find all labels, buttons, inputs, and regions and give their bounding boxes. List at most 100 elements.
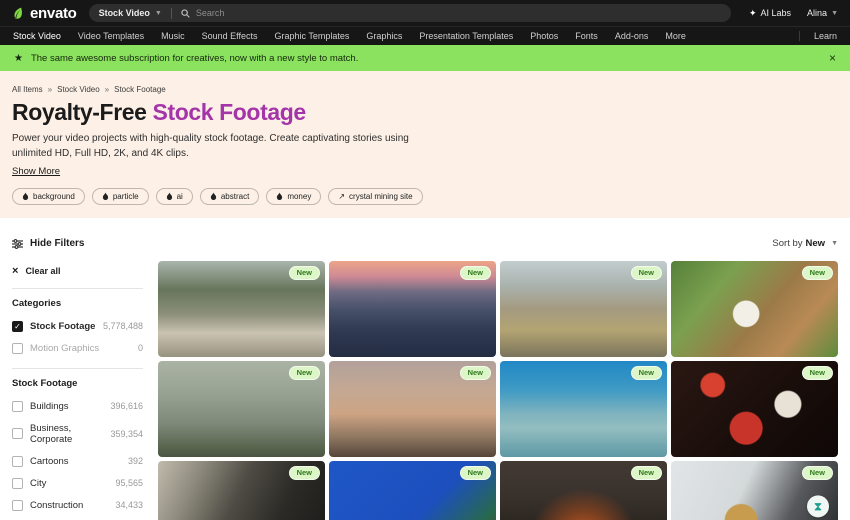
filter-sliders-icon [12, 238, 23, 249]
filter-cartoons[interactable]: Cartoons 392 [12, 450, 143, 472]
clear-x-icon: × [12, 265, 19, 277]
flame-icon [210, 192, 216, 200]
nav-item-learn[interactable]: Learn [798, 31, 837, 41]
video-thumbnail[interactable]: New [158, 461, 325, 520]
filter-stock-footage[interactable]: ✓ Stock Footage 5,778,488 [12, 315, 143, 337]
clear-all-button[interactable]: × Clear all [12, 265, 143, 277]
user-name: Alina [807, 8, 828, 18]
filter-business-corporate[interactable]: Business, Corporate 359,354 [12, 417, 143, 450]
announcement-banner: ★ The same awesome subscription for crea… [0, 45, 850, 71]
new-badge: New [630, 366, 662, 380]
checkbox-checked-icon[interactable]: ✓ [12, 320, 23, 332]
breadcrumb-separator: » [47, 85, 53, 94]
new-badge: New [801, 266, 833, 280]
tag-pill-particle[interactable]: particle [91, 188, 149, 205]
checkbox-icon[interactable] [12, 477, 23, 489]
hide-filters-button[interactable]: Hide Filters [12, 238, 143, 249]
video-thumbnail[interactable]: New ⧗ [671, 461, 838, 520]
tag-pill-crystal-mining-site[interactable]: ↗ crystal mining site [328, 188, 423, 205]
breadcrumb-stock-footage[interactable]: Stock Footage [114, 85, 166, 94]
checkbox-icon[interactable] [12, 499, 23, 511]
flame-icon [22, 192, 29, 200]
filters-sidebar: Hide Filters × Clear all Categories ✓ St… [12, 238, 143, 520]
hero-section: All Items » Stock Video » Stock Footage … [0, 71, 850, 218]
search-bar[interactable]: Stock Video ▼ Search [88, 4, 731, 22]
nav-item-fonts[interactable]: Fonts [575, 31, 598, 41]
tag-pill-abstract[interactable]: abstract [199, 188, 260, 205]
nav-item-music[interactable]: Music [161, 31, 185, 41]
new-badge: New [459, 266, 491, 280]
thumbnail-grid: New New New New New New New New New New … [158, 261, 838, 520]
checkbox-icon[interactable] [12, 428, 23, 439]
checkbox-icon[interactable] [12, 455, 23, 467]
chevron-down-icon: ▼ [831, 9, 838, 17]
tag-pill-background[interactable]: background [12, 188, 85, 205]
video-thumbnail[interactable]: New [500, 261, 667, 357]
results-area: Sort by New ▼ New New New New New New Ne… [158, 238, 838, 520]
video-thumbnail[interactable]: New [329, 361, 496, 457]
hourglass-icon: ⧗ [807, 495, 829, 518]
close-icon[interactable]: × [829, 51, 836, 65]
nav-item-video-templates[interactable]: Video Templates [78, 31, 144, 41]
page-description: Power your video projects with high-qual… [12, 133, 409, 159]
filter-motion-graphics[interactable]: Motion Graphics 0 [12, 337, 143, 359]
chevron-down-icon: ▼ [831, 240, 838, 247]
sparkle-icon: ✦ [748, 7, 757, 18]
new-badge: New [630, 466, 662, 480]
banner-message: The same awesome subscription for creati… [30, 52, 359, 64]
checkbox-icon[interactable] [12, 400, 23, 412]
search-input[interactable]: Search [196, 8, 225, 18]
star-icon: ★ [14, 52, 23, 64]
nav-item-graphics[interactable]: Graphics [366, 31, 402, 41]
video-thumbnail[interactable]: New [329, 261, 496, 357]
breadcrumb-all-items[interactable]: All Items [12, 85, 43, 94]
nav-item-photos[interactable]: Photos [530, 31, 558, 41]
video-thumbnail[interactable]: New [671, 361, 838, 457]
envato-leaf-icon [14, 7, 22, 19]
sidebar-divider [12, 368, 143, 369]
search-divider [170, 7, 172, 19]
envato-logo[interactable]: envato [12, 5, 77, 22]
nav-item-presentation-templates[interactable]: Presentation Templates [419, 31, 513, 41]
categories-heading: Categories [12, 298, 62, 309]
video-thumbnail[interactable]: New [158, 361, 325, 457]
chevron-down-icon: ▼ [154, 9, 162, 17]
filter-education[interactable]: Education 76,148 [12, 516, 143, 520]
breadcrumb-stock-video[interactable]: Stock Video [57, 85, 100, 94]
new-badge: New [288, 366, 320, 380]
category-nav: Stock Video Video Templates Music Sound … [0, 26, 850, 45]
search-icon [181, 8, 190, 18]
breadcrumb-separator: » [104, 85, 110, 94]
nav-item-add-ons[interactable]: Add-ons [615, 31, 649, 41]
nav-item-sound-effects[interactable]: Sound Effects [202, 31, 258, 41]
stock-footage-heading: Stock Footage [12, 378, 78, 389]
search-category-dropdown[interactable]: Stock Video ▼ [99, 8, 162, 18]
flame-icon [102, 192, 108, 200]
video-thumbnail[interactable]: New [329, 461, 496, 520]
trending-tags: background particle ai abstract money ↗ … [12, 188, 838, 205]
sort-dropdown[interactable]: Sort by New ▼ [158, 238, 838, 249]
description-show-more-link[interactable]: Show More [12, 166, 60, 177]
video-thumbnail[interactable]: New [158, 261, 325, 357]
ai-labs-button[interactable]: ✦ AI Labs [749, 8, 791, 19]
tag-pill-money[interactable]: money [266, 188, 322, 205]
video-thumbnail[interactable]: New [671, 261, 838, 357]
filter-buildings[interactable]: Buildings 396,616 [12, 395, 143, 417]
logo-text: envato [30, 4, 77, 22]
filter-city[interactable]: City 95,565 [12, 472, 143, 494]
user-menu[interactable]: Alina ▼ [807, 8, 838, 18]
sidebar-divider [12, 288, 143, 289]
new-badge: New [288, 266, 320, 280]
filter-construction[interactable]: Construction 34,433 [12, 494, 143, 516]
video-thumbnail[interactable]: New [500, 461, 667, 520]
new-badge: New [459, 366, 491, 380]
nav-item-stock-video[interactable]: Stock Video [13, 31, 61, 41]
nav-item-more[interactable]: More [665, 31, 686, 41]
new-badge: New [459, 466, 491, 480]
nav-item-graphic-templates[interactable]: Graphic Templates [274, 31, 349, 41]
video-thumbnail[interactable]: New [500, 361, 667, 457]
flame-icon [277, 192, 283, 200]
tag-pill-ai[interactable]: ai [155, 188, 193, 205]
checkbox-icon[interactable] [12, 342, 23, 354]
new-badge: New [801, 366, 833, 380]
